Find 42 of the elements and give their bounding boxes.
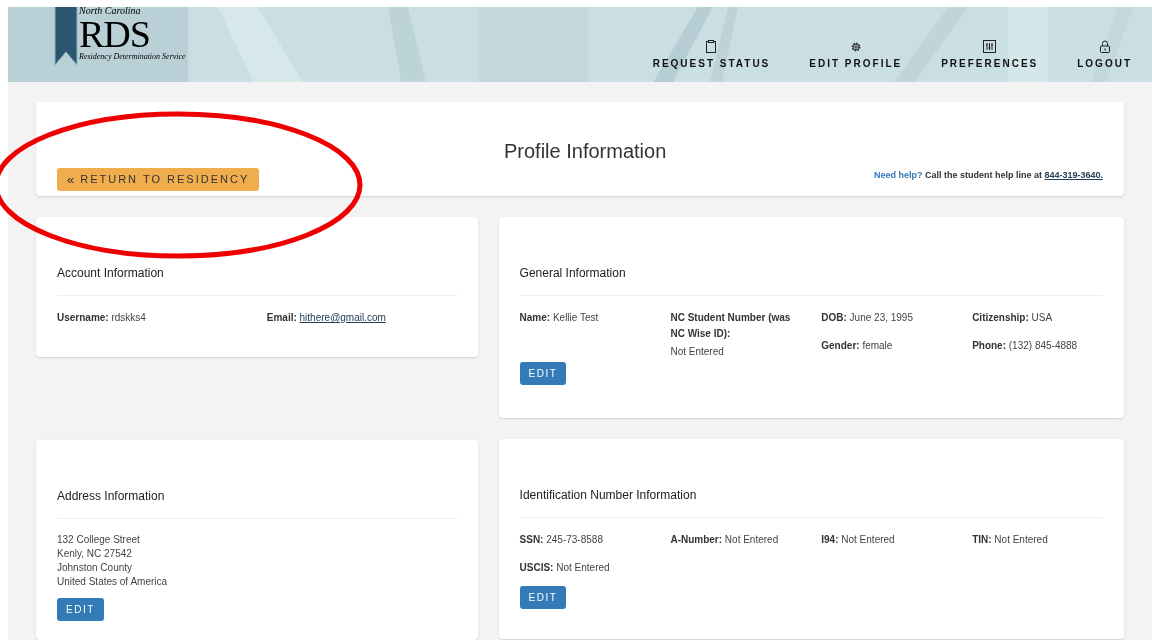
nav-link[interactable]: LOGOUT	[1077, 40, 1132, 71]
field-text: Gender: female	[821, 339, 894, 353]
logo-subtitle: North Carolina	[79, 7, 142, 17]
chevrons-left-icon: «	[67, 173, 75, 186]
address-line: Kenly, NC 27542	[57, 547, 133, 561]
edit-button[interactable]: EDIT	[57, 598, 104, 621]
nav-link[interactable]: PREFERENCES	[941, 40, 1039, 71]
address-line: 132 College Street	[57, 533, 141, 547]
lock-icon	[1099, 40, 1110, 53]
field-text: A-Number: Not Entered	[670, 533, 780, 547]
field-text: Phone: (132) 845-4888	[972, 339, 1079, 353]
edit-button[interactable]: EDIT	[519, 362, 567, 385]
section-title: Identification Number Information	[519, 486, 1103, 518]
field-text: Email: hithere@gmail.com	[266, 311, 387, 325]
address-line: United States of America	[57, 575, 169, 589]
ribbon-icon	[54, 7, 78, 67]
field-text: Name: Kellie Test	[519, 311, 600, 325]
field-text: NC Student Number (was NC Wise ID): Not Entered	[670, 311, 792, 359]
field-text: DOB: June 23, 1995	[821, 311, 914, 325]
section-title: General Information	[519, 264, 1103, 296]
field-text: SSN: 245-73-8588	[519, 533, 604, 547]
sliders-icon	[983, 40, 997, 53]
logo-tagline: Residency Determination Service	[79, 51, 186, 63]
logo-title: RDS	[79, 17, 150, 51]
field-text: Username: rdskks4	[57, 311, 147, 325]
section-title: Address Information	[57, 487, 457, 519]
field-text: TIN: Not Entered	[972, 533, 1049, 547]
clipboard-icon	[706, 40, 717, 53]
phone-link[interactable]: 844-319-3640.	[1044, 170, 1103, 180]
nav-link[interactable]: REQUEST STATUS	[652, 40, 771, 71]
edit-button[interactable]: EDIT	[519, 586, 567, 609]
section-title: Account Information	[57, 264, 457, 296]
address-line: Johnston County	[57, 561, 134, 575]
page-title: Profile Information	[504, 139, 667, 164]
help-text: Need help? Call the student help line at 844-319-3640.	[873, 169, 1103, 182]
nav-link[interactable]: EDIT PROFILE	[809, 40, 903, 71]
settings-icon	[849, 40, 862, 53]
field-text: I94: Not Entered	[821, 533, 896, 547]
field-text: USCIS: Not Entered	[519, 561, 611, 575]
field-text: Citizenship: USA	[972, 311, 1054, 325]
return-button[interactable]: « RETURN TO RESIDENCY	[57, 168, 260, 191]
email-link[interactable]: hithere@gmail.com	[299, 312, 386, 323]
